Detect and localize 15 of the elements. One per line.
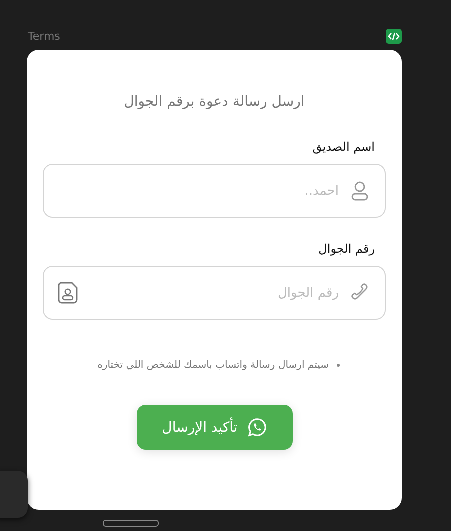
note-text: سيتم ارسال رسالة واتساب باسمك للشخص اللي تختاره bbox=[98, 360, 329, 371]
whatsapp-icon bbox=[248, 418, 267, 437]
phone-icon bbox=[351, 283, 369, 301]
phone-field[interactable]: رقم الجوال bbox=[43, 266, 386, 320]
form-title: ارسل رسالة دعوة برقم الجوال bbox=[123, 94, 306, 110]
home-indicator bbox=[103, 520, 159, 527]
terms-label: Terms bbox=[28, 30, 60, 43]
user-icon bbox=[351, 181, 369, 201]
field-label: رقم الجوال bbox=[318, 242, 376, 256]
submit-button[interactable]: تأكيد الإرسال bbox=[136, 405, 292, 450]
code-icon[interactable] bbox=[386, 29, 402, 44]
field-label: اسم الصديق bbox=[312, 140, 376, 154]
contacts-icon[interactable] bbox=[58, 282, 78, 304]
name-field[interactable]: احمد.. bbox=[43, 164, 386, 218]
bullet-icon bbox=[337, 364, 340, 367]
